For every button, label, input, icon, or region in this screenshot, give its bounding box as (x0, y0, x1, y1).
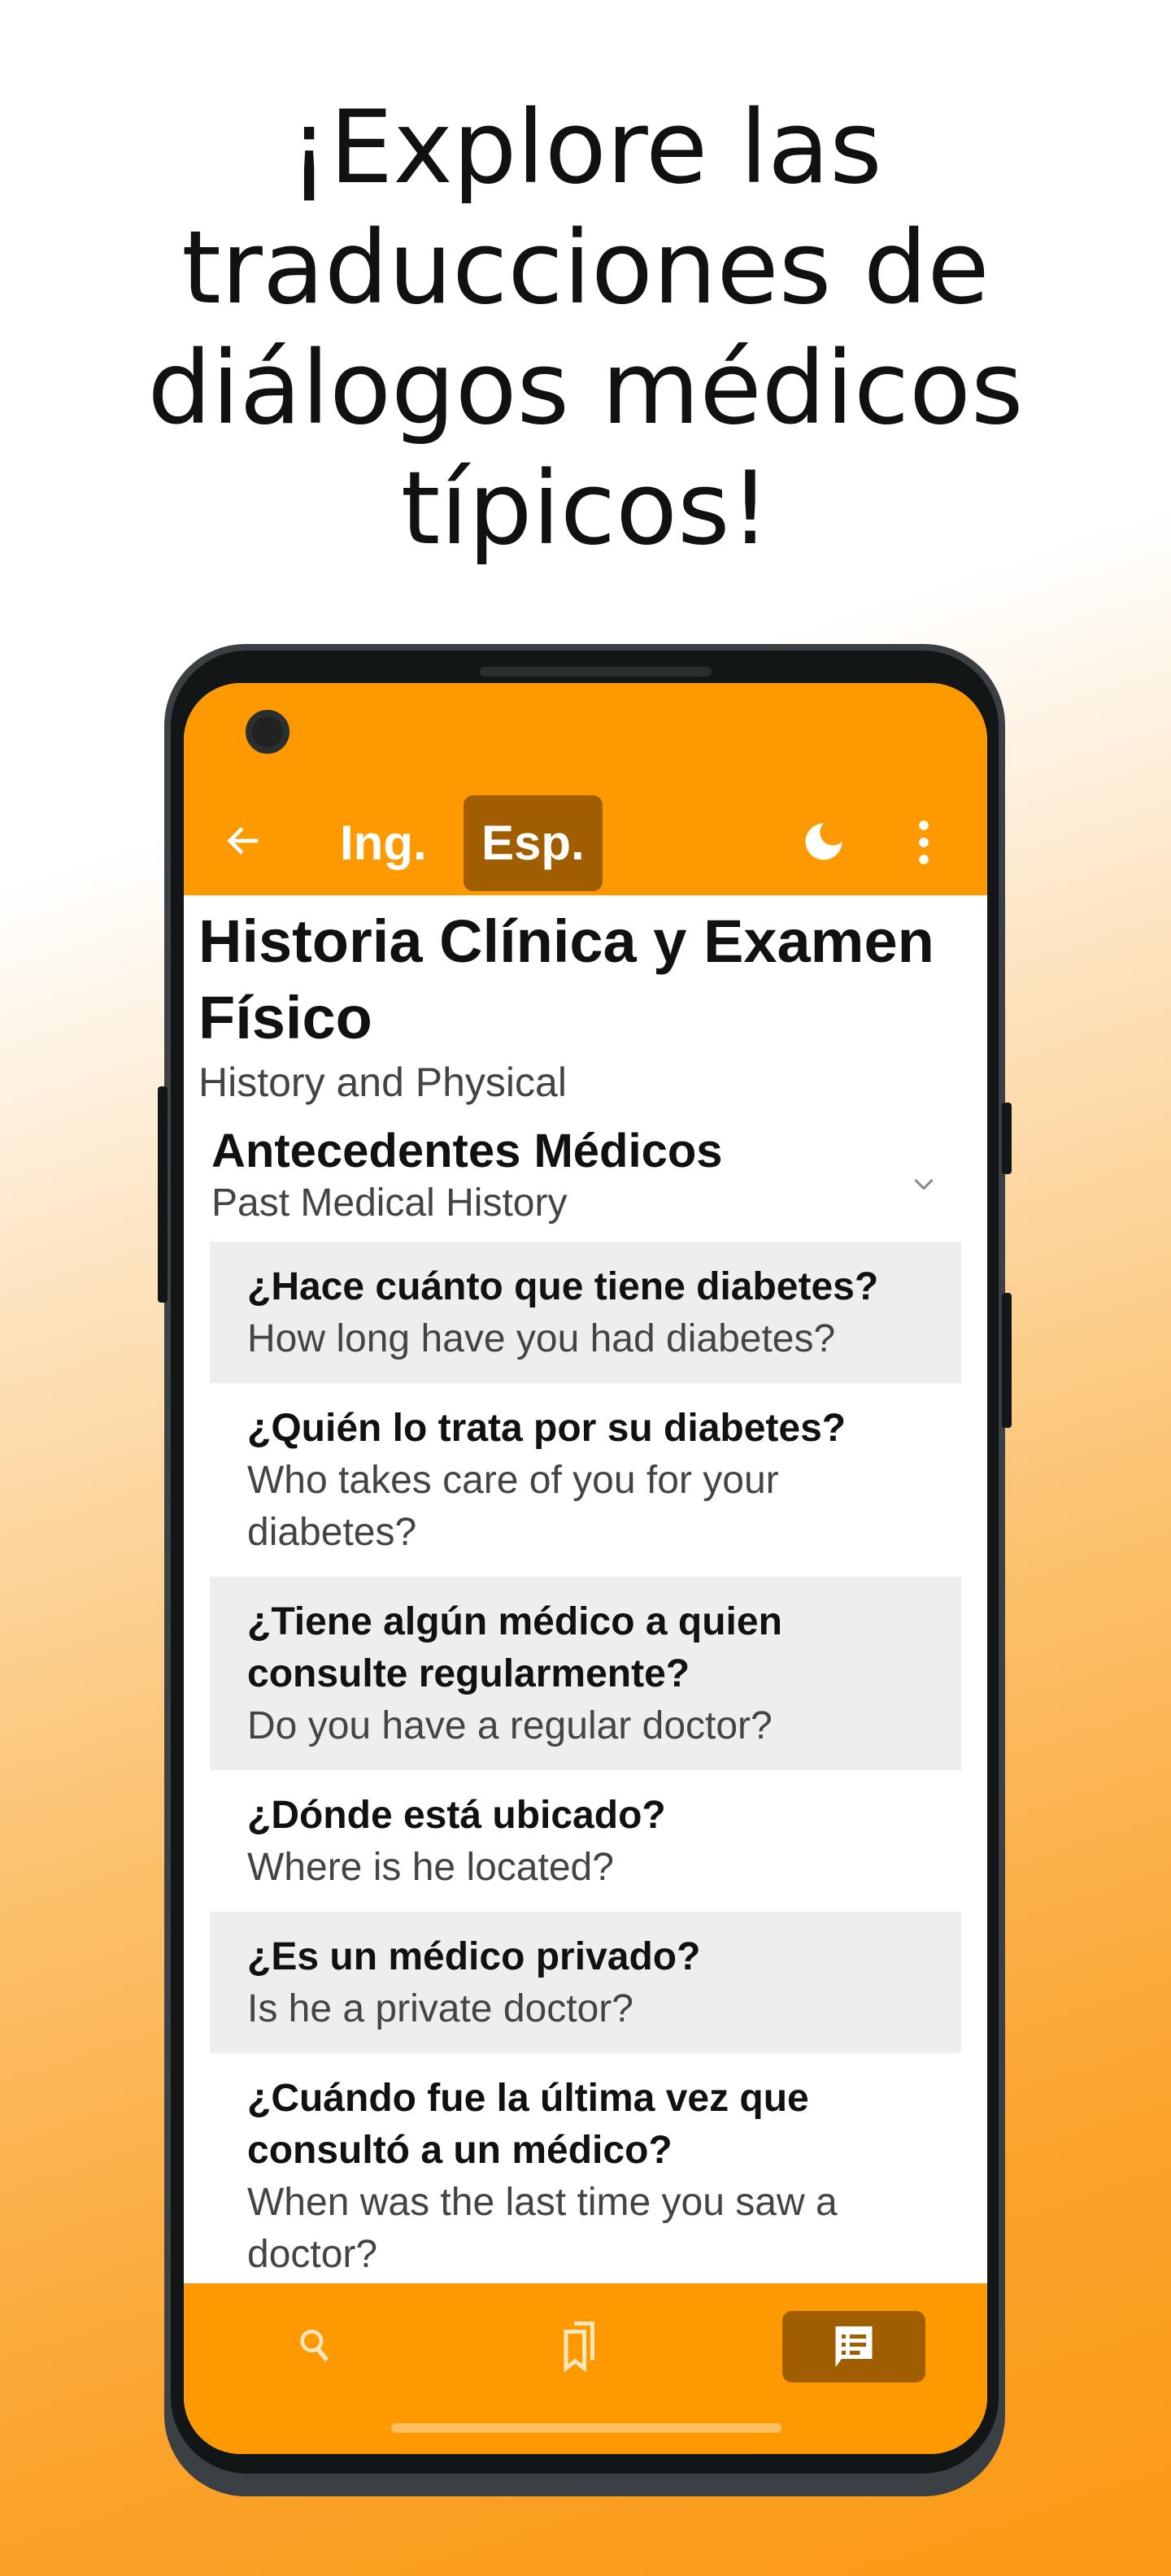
list-item[interactable]: ¿Tiene algún médico a quien consulte reg… (210, 1577, 961, 1770)
bottom-nav (184, 2283, 987, 2454)
arrow-left-icon[interactable] (223, 820, 265, 862)
phrase-spanish: ¿Hace cuánto que tiene diabetes? (247, 1265, 879, 1308)
phrase-english: Who takes care of you for your diabetes? (247, 1459, 779, 1554)
phrase-english: How long have you had diabetes? (247, 1317, 836, 1360)
app-screen: Ing. Esp. Historia Clínica y Examen Físi… (184, 683, 987, 2454)
phrase-spanish: ¿Cuándo fue la última vez que consultó a… (247, 2077, 809, 2172)
dialogue-icon (835, 2326, 873, 2367)
list-item[interactable]: ¿Hace cuánto que tiene diabetes? How long… (210, 1242, 961, 1383)
phrase-english: Do you have a regular doctor? (247, 1704, 773, 1747)
phrase-spanish: ¿Dónde está ubicado? (247, 1794, 666, 1837)
phrase-spanish: ¿Es un médico privado? (247, 1935, 701, 1978)
nav-dialogues-button[interactable] (782, 2311, 925, 2382)
page-title: Historia Clínica y Examen Físico (198, 907, 934, 1051)
speaker (480, 667, 712, 677)
more-vertical-icon[interactable] (916, 820, 932, 865)
camera (246, 710, 289, 754)
side-button (1002, 1103, 1012, 1174)
bookmarks-icon[interactable] (558, 2319, 607, 2373)
phrase-english: Where is he located? (247, 1846, 614, 1889)
list-item[interactable]: ¿Quién lo trata por su diabetes? Who take… (210, 1383, 961, 1577)
status-bar (184, 683, 987, 789)
tab-english[interactable]: Ing. (322, 795, 445, 891)
list-item[interactable]: ¿Dónde está ubicado? Where is he located? (210, 1770, 961, 1912)
side-button (158, 1086, 168, 1303)
headline: ¡Explore las traducciones de diálogos mé… (147, 89, 1024, 568)
section-header[interactable]: Antecedentes Médicos Past Medical Histor… (211, 1125, 963, 1229)
search-icon[interactable] (293, 2324, 338, 2369)
side-button (1002, 1293, 1012, 1428)
phrase-spanish: ¿Tiene algún médico a quien consulte reg… (247, 1600, 782, 1695)
toolbar: Ing. Esp. (184, 789, 987, 895)
list-item[interactable]: ¿Cuándo fue la última vez que consultó a… (210, 2053, 961, 2283)
section-subtitle: Past Medical History (211, 1181, 568, 1225)
phrase-english: When was the last time you saw a doctor? (247, 2181, 838, 2276)
phrase-list: ¿Hace cuánto que tiene diabetes? How long… (210, 1242, 961, 2283)
page-subtitle: History and Physical (198, 1060, 567, 1105)
phrase-spanish: ¿Quién lo trata por su diabetes? (247, 1407, 847, 1450)
tab-spanish[interactable]: Esp. (464, 795, 603, 891)
phrase-english: Is he a private doctor? (247, 1987, 633, 2030)
chevron-down-icon[interactable] (909, 1170, 938, 1199)
moon-icon[interactable] (802, 820, 846, 864)
section-title: Antecedentes Médicos (211, 1125, 723, 1177)
list-item[interactable]: ¿Es un médico privado? Is he a private do… (210, 1912, 961, 2053)
home-indicator[interactable] (391, 2423, 781, 2433)
content: Historia Clínica y Examen Físico History… (184, 895, 987, 2283)
